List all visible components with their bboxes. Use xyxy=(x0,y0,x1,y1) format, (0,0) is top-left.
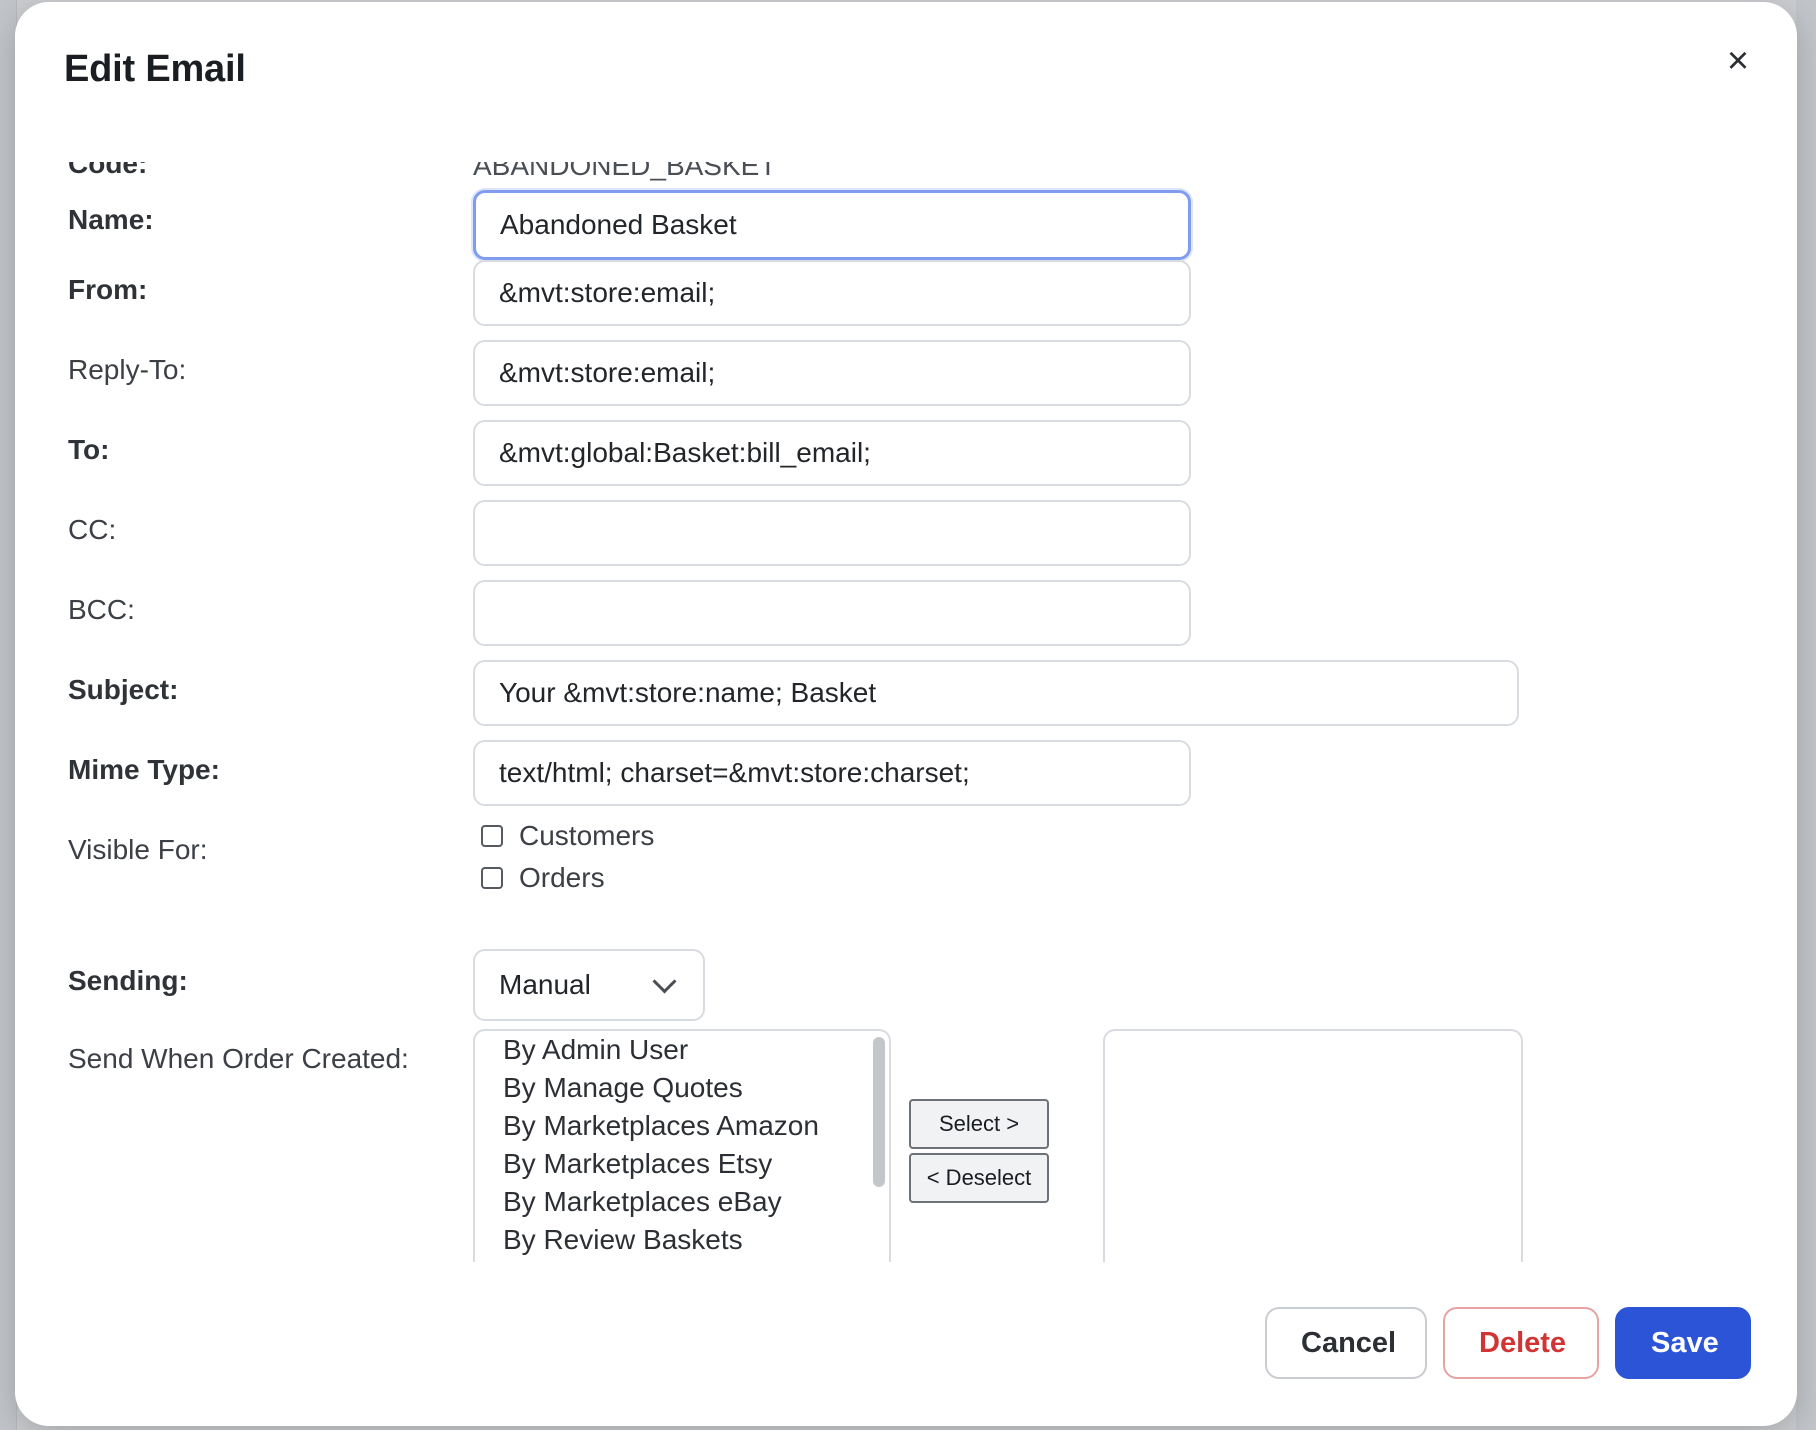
to-label: To: xyxy=(68,434,110,465)
visible-for-customers[interactable]: Customers xyxy=(481,820,654,852)
customers-label: Customers xyxy=(519,820,655,851)
reply-to-label: Reply-To: xyxy=(68,354,187,385)
list-item[interactable]: By Marketplaces Amazon xyxy=(475,1107,889,1145)
customers-checkbox[interactable] xyxy=(481,825,503,847)
from-label: From: xyxy=(68,274,148,305)
bcc-label: BCC: xyxy=(68,594,135,625)
sending-selected-value: Manual xyxy=(499,969,591,1000)
name-field[interactable] xyxy=(473,190,1191,260)
bcc-field[interactable] xyxy=(473,580,1191,646)
selected-options-listbox[interactable] xyxy=(1103,1029,1523,1262)
send-when-label: Send When Order Created: xyxy=(68,1043,409,1074)
deselect-button[interactable]: < Deselect xyxy=(909,1153,1049,1203)
orders-checkbox[interactable] xyxy=(481,867,503,889)
list-item[interactable]: By Review Baskets xyxy=(475,1221,889,1259)
modal-footer: Cancel Delete Save xyxy=(1265,1307,1751,1379)
code-label: Code: xyxy=(68,162,148,179)
save-button[interactable]: Save xyxy=(1615,1307,1751,1379)
modal-title: Edit Email xyxy=(64,48,246,90)
chevron-down-icon xyxy=(652,968,677,994)
close-icon[interactable]: × xyxy=(1717,40,1759,82)
sending-label: Sending: xyxy=(68,965,188,996)
cancel-button[interactable]: Cancel xyxy=(1265,1307,1427,1379)
subject-label: Subject: xyxy=(68,674,179,705)
list-item[interactable]: By Admin User xyxy=(475,1031,889,1069)
list-item[interactable]: By Manage Quotes xyxy=(475,1069,889,1107)
sending-select[interactable]: Manual xyxy=(473,949,705,1021)
list-item[interactable]: By Marketplaces Etsy xyxy=(475,1145,889,1183)
cc-label: CC: xyxy=(68,514,117,545)
list-item[interactable]: By Marketplaces eBay xyxy=(475,1183,889,1221)
to-field[interactable] xyxy=(473,420,1191,486)
subject-field[interactable] xyxy=(473,660,1519,726)
name-label: Name: xyxy=(68,204,154,235)
listbox-scrollbar[interactable] xyxy=(873,1037,885,1187)
delete-button[interactable]: Delete xyxy=(1443,1307,1599,1379)
mime-type-field[interactable] xyxy=(473,740,1191,806)
edit-email-modal: Edit Email × Code: ABANDONED_BASKET Name… xyxy=(15,2,1797,1426)
select-button[interactable]: Select > xyxy=(909,1099,1049,1149)
available-options-listbox[interactable]: By Admin User By Manage Quotes By Market… xyxy=(473,1029,891,1262)
orders-label: Orders xyxy=(519,862,605,893)
from-field[interactable] xyxy=(473,260,1191,326)
mime-type-label: Mime Type: xyxy=(68,754,220,785)
reply-to-field[interactable] xyxy=(473,340,1191,406)
visible-for-orders[interactable]: Orders xyxy=(481,862,605,894)
cc-field[interactable] xyxy=(473,500,1191,566)
email-form: Code: ABANDONED_BASKET Name: From: Reply… xyxy=(68,162,1718,1262)
visible-for-label: Visible For: xyxy=(68,834,208,865)
code-value: ABANDONED_BASKET xyxy=(473,162,777,181)
